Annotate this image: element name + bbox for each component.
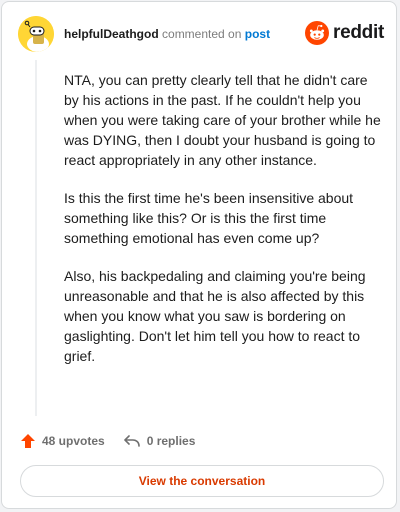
snoo-avatar-icon [18,16,54,52]
post-link[interactable]: post [245,27,270,41]
avatar[interactable] [18,16,54,52]
upvote-button[interactable]: 48 upvotes [20,433,105,449]
reddit-logo-icon [305,21,330,45]
upvote-arrow-icon [21,434,35,448]
brand[interactable]: reddit [305,20,384,46]
comment-card: helpfulDeathgod commented on post reddit… [1,1,397,509]
reply-count: 0 replies [146,434,196,448]
view-conversation-button[interactable]: View the conversation [20,465,384,497]
thread-line [35,60,37,416]
comment-header: helpfulDeathgod commented on post reddit [2,2,398,72]
reply-arrow-icon [123,435,140,447]
username-link[interactable]: helpfulDeathgod [64,27,159,41]
commented-text: commented on [162,27,242,41]
brand-name: reddit [333,22,384,43]
comment-actions: 48 upvotes 0 replies [20,432,195,450]
comment-paragraph: NTA, you can pretty clearly tell that he… [64,72,381,168]
comment-body: NTA, you can pretty clearly tell that he… [64,70,384,384]
reply-button[interactable]: 0 replies [123,433,196,449]
comment-paragraph: Is this the first time he's been insensi… [64,190,354,246]
comment-paragraph: Also, his backpedaling and claiming you'… [64,268,366,364]
upvote-count: 48 upvotes [42,434,105,448]
comment-meta: helpfulDeathgod commented on post [64,26,270,42]
